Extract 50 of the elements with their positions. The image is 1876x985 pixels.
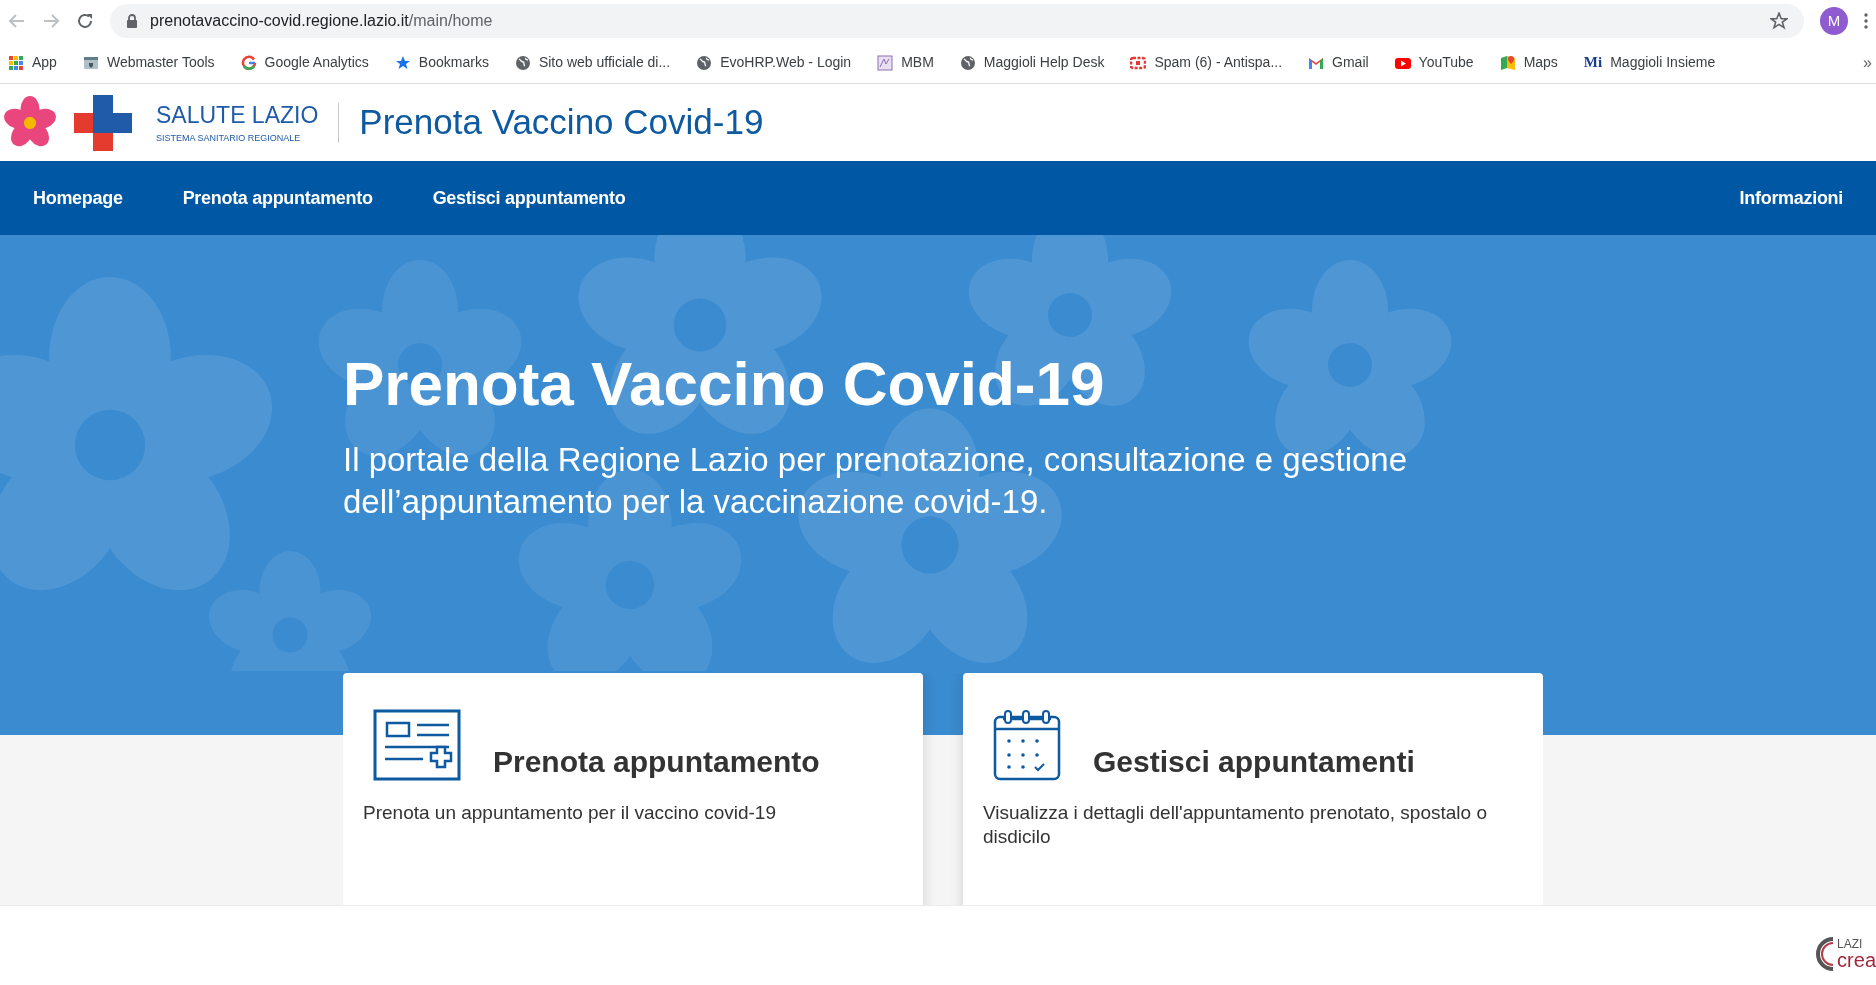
nav-link[interactable]: Gestisci appuntamento [432, 184, 626, 212]
star-outline-icon[interactable] [1770, 12, 1788, 30]
browser-window-icon [82, 54, 99, 71]
star-icon [394, 54, 411, 71]
footer-logo: LAZI crea [1809, 918, 1876, 973]
card-description: Visualizza i dettagli dell'appuntamento prenotato, spostalo o disdicilo [983, 801, 1488, 849]
dashed-frame-icon [1130, 54, 1147, 71]
bookmark-item[interactable]: Maggioli Help Desk [951, 48, 1113, 77]
hero-subtitle: Il portale della Regione Lazio per prenotazione, consultazione e gestione dell’appuntamento per la vaccinazione covid-19. [343, 439, 1409, 522]
globe-icon [959, 54, 976, 71]
site-title: Prenota Vaccino Covid-19 [359, 101, 764, 144]
bookmark-item[interactable]: EvoHRP.Web - Login [688, 48, 860, 77]
bookmark-item[interactable]: App [0, 48, 65, 77]
action-card[interactable]: Gestisci appuntamenti Visualizza i dettagli dell'appuntamento prenotato, spostalo o disdicilo [963, 673, 1543, 905]
bookmark-item[interactable]: Spam (6) - Antispa... [1122, 48, 1291, 77]
pattern-square-icon [877, 54, 894, 71]
brand-subtitle: SISTEMA SANITARIO REGIONALE [156, 133, 302, 145]
google-g-icon [240, 54, 257, 71]
bookmark-item[interactable]: Gmail [1300, 48, 1377, 77]
nav-link[interactable]: Prenota appuntamento [182, 184, 373, 212]
card-title: Prenota appuntamento [493, 747, 820, 777]
more-bookmarks-chevron[interactable]: » [1863, 50, 1876, 75]
bookmark-item[interactable]: Webmaster Tools [74, 48, 223, 77]
bookmark-item[interactable]: YouTube [1386, 48, 1482, 77]
card-title: Gestisci appuntamenti [1093, 747, 1415, 777]
bookmark-item[interactable]: Bookmarks [386, 48, 497, 77]
lock-icon [126, 14, 138, 28]
card-description: Prenota un appuntamento per il vaccino covid-19 [363, 801, 777, 825]
reload-icon[interactable] [76, 12, 94, 30]
apps-grid-icon [8, 54, 24, 71]
form-document-icon [373, 709, 461, 781]
map-pin-icon [1499, 54, 1516, 71]
more-menu-icon[interactable] [1864, 13, 1868, 29]
globe-icon [514, 54, 531, 71]
bookmark-item[interactable]: Sito web ufficiale di... [506, 48, 679, 77]
globe-icon [696, 54, 713, 71]
cross-logo-icon [74, 94, 132, 151]
address-bar[interactable]: prenotavaccino-covid.regione.lazio.it/main/home [110, 4, 1804, 38]
bookmark-item[interactable]: Mi Maggioli Insieme [1575, 48, 1724, 77]
action-card[interactable]: Prenota appuntamento Prenota un appuntamento per il vaccino covid-19 [343, 673, 923, 905]
bookmark-item[interactable]: MBM [869, 48, 942, 77]
bookmark-item[interactable]: Google Analytics [232, 48, 377, 77]
calendar-icon [993, 709, 1061, 781]
profile-avatar[interactable]: M [1820, 7, 1848, 35]
hero-title: Prenota Vaccino Covid-19 [343, 348, 1106, 420]
url-text: prenotavaccino-covid.regione.lazio.it/main/home [150, 11, 493, 31]
nav-link[interactable]: Homepage [33, 184, 123, 212]
brand-name: SALUTE LAZIO [156, 100, 319, 130]
bookmark-item[interactable]: Maps [1491, 48, 1566, 77]
nav-link[interactable]: Informazioni [1739, 184, 1843, 212]
